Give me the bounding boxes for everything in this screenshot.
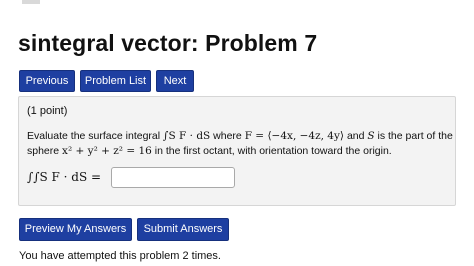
statement-line-2: sphere x² + y² + z² = 16 in the first oc… xyxy=(27,144,451,159)
statement-line-1: Evaluate the surface integral ∫S F · dS … xyxy=(27,129,453,144)
statement-text-6: in the first octant, with orientation to… xyxy=(154,145,392,157)
page-title: sintegral vector: Problem 7 xyxy=(18,30,318,56)
answer-label: ∫∫S F · dS = xyxy=(27,170,102,184)
submit-answers-button[interactable]: Submit Answers xyxy=(137,218,229,241)
integral-expression: ∫S F · dS xyxy=(163,130,211,142)
top-bar xyxy=(0,0,474,8)
answer-input[interactable] xyxy=(111,167,235,188)
problem-box: (1 point) Evaluate the surface integral … xyxy=(18,96,456,206)
top-bar-fragment xyxy=(22,0,40,4)
attempts-message: You have attempted this problem 2 times. xyxy=(19,250,221,262)
statement-text-2: where xyxy=(213,130,242,142)
problem-list-button[interactable]: Problem List xyxy=(80,70,151,92)
preview-answers-button[interactable]: Preview My Answers xyxy=(19,218,132,241)
problem-statement: Evaluate the surface integral ∫S F · dS … xyxy=(27,129,453,159)
points-label: (1 point) xyxy=(27,105,68,117)
surface-symbol: S xyxy=(367,130,374,142)
vector-field-definition: F = ⟨−4x, −4z, 4y⟩ xyxy=(244,130,345,142)
statement-text-3: and xyxy=(346,130,365,142)
sphere-equation: x² + y² + z² = 16 xyxy=(62,145,152,157)
surface-symbol-text: S xyxy=(367,130,375,142)
previous-button[interactable]: Previous xyxy=(19,70,75,92)
next-button[interactable]: Next xyxy=(156,70,194,92)
statement-text-5: sphere xyxy=(27,145,60,157)
statement-text-4: is the part of the xyxy=(377,130,453,142)
statement-text-1: Evaluate the surface integral xyxy=(27,130,161,142)
